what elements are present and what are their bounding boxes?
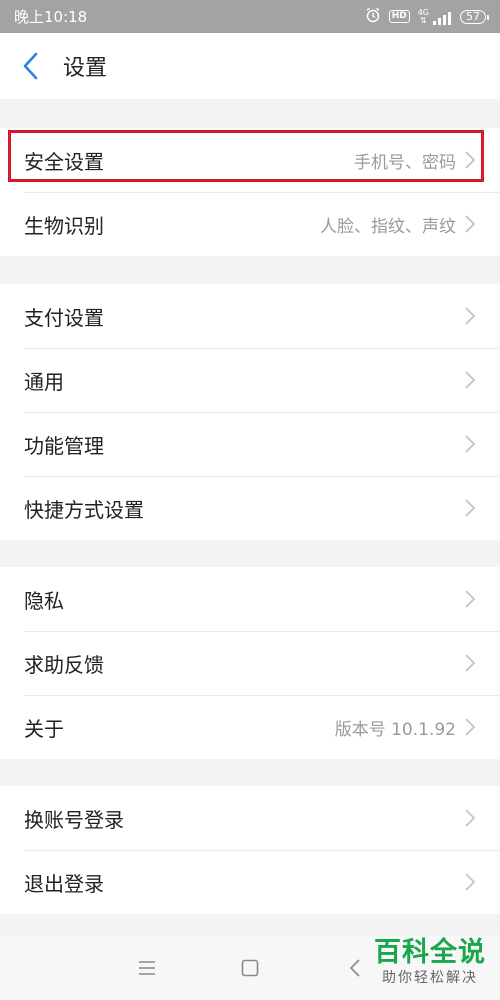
settings-item-label: 退出登录 bbox=[24, 871, 104, 896]
settings-item-biometrics[interactable]: 生物识别 人脸、指纹、声纹 bbox=[0, 192, 500, 256]
settings-item-label: 通用 bbox=[24, 369, 64, 394]
settings-item-feature-management[interactable]: 功能管理 bbox=[0, 412, 500, 476]
hd-badge: HD bbox=[388, 10, 410, 23]
chevron-right-icon bbox=[465, 215, 476, 233]
status-bar: 晚上10:18 HD 4G ⇅ 57 bbox=[0, 0, 500, 33]
chevron-right-icon bbox=[465, 718, 476, 736]
chevron-left-icon bbox=[349, 959, 360, 977]
settings-item-general[interactable]: 通用 bbox=[0, 348, 500, 412]
status-icons: HD 4G ⇅ 57 bbox=[365, 7, 489, 27]
settings-item-privacy[interactable]: 隐私 bbox=[0, 567, 500, 631]
settings-group-about: 隐私 求助反馈 关于 版本号 10.1.92 bbox=[0, 567, 500, 759]
settings-item-label: 安全设置 bbox=[24, 149, 104, 174]
alarm-icon bbox=[365, 7, 381, 27]
menu-icon bbox=[139, 961, 155, 975]
settings-group-general: 支付设置 通用 功能管理 快捷方式设置 bbox=[0, 284, 500, 540]
settings-item-label: 关于 bbox=[24, 716, 64, 741]
battery-icon: 57 bbox=[460, 9, 489, 24]
settings-item-label: 支付设置 bbox=[24, 305, 104, 330]
chevron-right-icon bbox=[465, 809, 476, 827]
status-time: 晚上10:18 bbox=[14, 8, 88, 26]
chevron-right-icon bbox=[465, 590, 476, 608]
home-button[interactable] bbox=[235, 953, 265, 983]
chevron-right-icon bbox=[465, 435, 476, 453]
network-type: 4G ⇅ bbox=[417, 7, 429, 25]
settings-item-logout[interactable]: 退出登录 bbox=[0, 850, 500, 914]
settings-item-label: 功能管理 bbox=[24, 433, 104, 458]
settings-item-switch-account[interactable]: 换账号登录 bbox=[0, 786, 500, 850]
battery-level: 57 bbox=[466, 9, 480, 23]
menu-button[interactable] bbox=[132, 953, 162, 983]
settings-item-label: 快捷方式设置 bbox=[24, 497, 144, 522]
network-signal-icon: 4G ⇅ bbox=[417, 7, 452, 25]
chevron-right-icon bbox=[465, 654, 476, 672]
chevron-right-icon bbox=[465, 151, 476, 169]
watermark-title: 百科全说 bbox=[374, 937, 486, 968]
chevron-right-icon bbox=[465, 873, 476, 891]
watermark-subtitle: 助你轻松解决 bbox=[382, 970, 478, 986]
back-button[interactable] bbox=[0, 33, 60, 99]
nav-back-button[interactable] bbox=[340, 953, 370, 983]
chevron-right-icon bbox=[465, 371, 476, 389]
settings-item-label: 求助反馈 bbox=[24, 652, 104, 677]
settings-item-value: 人脸、指纹、声纹 bbox=[320, 216, 456, 237]
settings-item-value: 版本号 10.1.92 bbox=[334, 719, 456, 740]
settings-item-label: 隐私 bbox=[24, 588, 64, 613]
page-title: 设置 bbox=[63, 56, 108, 81]
chevron-left-icon bbox=[23, 52, 38, 80]
settings-item-label: 换账号登录 bbox=[24, 807, 124, 832]
settings-item-value: 手机号、密码 bbox=[354, 152, 456, 173]
chevron-right-icon bbox=[465, 307, 476, 325]
watermark-logo: 百科全说 助你轻松解决 bbox=[374, 937, 486, 987]
settings-item-label: 生物识别 bbox=[24, 213, 104, 238]
settings-group-security: 安全设置 手机号、密码 生物识别 人脸、指纹、声纹 bbox=[0, 128, 500, 256]
header: 设置 bbox=[0, 33, 500, 99]
settings-group-account: 换账号登录 退出登录 bbox=[0, 786, 500, 914]
settings-item-security[interactable]: 安全设置 手机号、密码 bbox=[0, 128, 500, 192]
settings-item-payment[interactable]: 支付设置 bbox=[0, 284, 500, 348]
settings-item-shortcuts[interactable]: 快捷方式设置 bbox=[0, 476, 500, 540]
settings-item-about[interactable]: 关于 版本号 10.1.92 bbox=[0, 695, 500, 759]
chevron-right-icon bbox=[465, 499, 476, 517]
settings-item-help-feedback[interactable]: 求助反馈 bbox=[0, 631, 500, 695]
home-square-icon bbox=[241, 959, 259, 977]
